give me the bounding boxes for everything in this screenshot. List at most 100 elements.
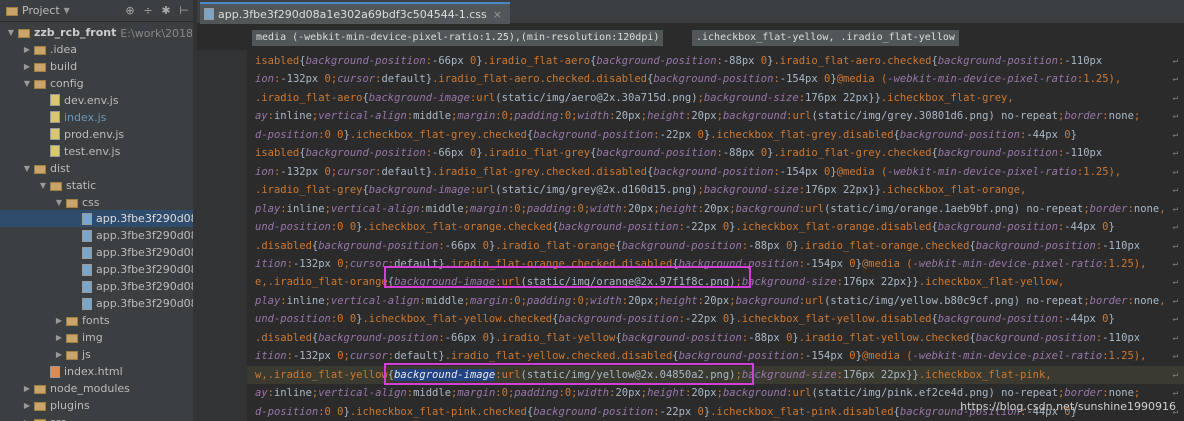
close-icon[interactable]: × xyxy=(493,8,502,21)
tree-item-label: app.3fbe3f290d08a1e xyxy=(96,229,193,243)
soft-wrap-icon: ↵ xyxy=(1172,240,1178,251)
code-line[interactable]: .disabled{background-position:-66px 0}.i… xyxy=(255,329,1140,347)
project-view-selector[interactable]: Project ▼ xyxy=(0,0,70,22)
tree-item-label: index.html xyxy=(64,365,123,378)
collapse-arrow-icon[interactable]: ▶ xyxy=(54,350,64,359)
tree-file[interactable]: prod.env.js xyxy=(0,126,193,143)
expand-arrow-icon[interactable]: ▼ xyxy=(6,28,16,37)
collapse-arrow-icon[interactable]: ▶ xyxy=(54,316,64,325)
collapse-arrow-icon[interactable]: ▶ xyxy=(22,62,32,71)
tree-file[interactable]: test.env.js xyxy=(0,143,193,160)
code-line[interactable]: ion:-132px 0;cursor:default}.iradio_flat… xyxy=(255,70,1121,88)
collapse-arrow-icon[interactable]: ▶ xyxy=(54,333,64,342)
tree-folder[interactable]: ▼ zzb_rcb_frontE:\work\2018\9月\ xyxy=(0,24,193,41)
soft-wrap-icon: ↵ xyxy=(1172,388,1178,399)
tree-file[interactable]: app.3fbe3f290d08a1e xyxy=(0,278,193,295)
folder-icon xyxy=(34,62,46,72)
js-file-icon xyxy=(50,94,60,107)
tree-item-label: dist xyxy=(50,161,71,175)
tree-file[interactable]: app.3fbe3f290d08a1e xyxy=(0,227,193,244)
tree-item-label: src xyxy=(50,416,66,421)
folder-icon xyxy=(50,181,62,191)
editor-tab[interactable]: app.3fbe3f290d08a1e302a69bdf3c504544-1.c… xyxy=(200,2,510,24)
project-panel: Project ▼ ⊕ ÷ ✱ ⊢ ▼ zzb_rcb_front E:\work\… xyxy=(0,0,197,421)
folder-icon xyxy=(66,334,78,344)
soft-wrap-icon: ↵ xyxy=(1172,277,1178,288)
code-line[interactable]: play:inline;vertical-align:middle;margin… xyxy=(255,200,1166,218)
css-file-icon xyxy=(204,8,214,20)
gear-icon[interactable]: ✱ xyxy=(160,4,172,17)
tree-folder[interactable]: ▼ css xyxy=(0,194,193,211)
tree-folder[interactable]: ▶ plugins xyxy=(0,397,193,414)
tree-file[interactable]: index.html xyxy=(0,363,193,380)
expand-arrow-icon[interactable]: ▼ xyxy=(54,198,64,207)
tree-file[interactable]: app.3fbe3f290d08a1e xyxy=(0,210,193,228)
css-file-icon xyxy=(82,297,92,310)
folder-icon xyxy=(66,351,78,361)
tree-item-label: js xyxy=(82,348,91,362)
collapse-arrow-icon[interactable]: ▶ xyxy=(22,384,32,393)
tree-folder[interactable]: ▶ node_modules xyxy=(0,380,193,397)
soft-wrap-icon: ↵ xyxy=(1172,56,1178,66)
tree-folder[interactable]: ▶ img xyxy=(0,329,193,346)
code-line[interactable]: isabled{background-position:-66px 0}.ira… xyxy=(255,52,1102,70)
editor-tab-bar: app.3fbe3f290d08a1e302a69bdf3c504544-1.c… xyxy=(197,0,1184,24)
collapse-icon[interactable]: ⊢ xyxy=(178,4,190,17)
breadcrumb-item-selector[interactable]: .icheckbox_flat-yellow, .iradio_flat-yel… xyxy=(692,30,959,46)
code-line[interactable]: und-position:0 0}.icheckbox_flat-yellow.… xyxy=(255,310,1115,328)
project-folder-icon xyxy=(6,7,18,16)
code-line[interactable]: play:inline;vertical-align:middle;margin… xyxy=(255,292,1166,310)
code-line[interactable]: ay:inline;vertical-align:middle;margin:0… xyxy=(255,107,1140,125)
folder-icon xyxy=(66,198,78,208)
soft-wrap-icon: ↵ xyxy=(1172,129,1178,140)
tree-file[interactable]: app.3fbe3f290d08a1e xyxy=(0,244,193,261)
tree-file[interactable]: app.3fbe3f290d08a1e xyxy=(0,295,193,312)
code-editor[interactable]: isabled{background-position:-66px 0}.ira… xyxy=(247,50,1184,421)
settings-icon[interactable]: ⊕ xyxy=(124,4,136,17)
code-line[interactable]: .disabled{background-position:-66px 0}.i… xyxy=(255,237,1140,255)
soft-wrap-icon: ↵ xyxy=(1172,222,1178,233)
soft-wrap-icon: ↵ xyxy=(1172,369,1178,380)
code-line[interactable]: d-position:0 0}.icheckbox_flat-grey.chec… xyxy=(255,126,1077,144)
tree-item-label: config xyxy=(50,76,84,90)
code-line[interactable]: .iradio_flat-aero{background-image:url(s… xyxy=(255,89,1014,107)
tree-folder[interactable]: ▶ build xyxy=(0,58,193,75)
project-tree: ▼ zzb_rcb_frontE:\work\2018\9月\ ▶ .idea ▶ bui… xyxy=(0,22,197,421)
tree-folder[interactable]: ▶ js xyxy=(0,346,193,363)
soft-wrap-icon: ↵ xyxy=(1172,111,1178,122)
soft-wrap-icon: ↵ xyxy=(1172,258,1178,269)
collapse-arrow-icon[interactable]: ▶ xyxy=(22,401,32,410)
expand-arrow-icon[interactable]: ▼ xyxy=(22,164,32,173)
folder-icon xyxy=(34,384,46,394)
project-title: Project xyxy=(22,4,60,17)
tree-item-label: plugins xyxy=(50,398,90,412)
breadcrumb-item-media[interactable]: media (-webkit-min-device-pixel-ratio:1.… xyxy=(252,30,664,46)
code-line[interactable]: und-position:0 0}.icheckbox_flat-orange.… xyxy=(255,218,1115,236)
tree-folder[interactable]: ▼ dist xyxy=(0,160,193,177)
expand-arrow-icon[interactable]: ▼ xyxy=(38,181,48,190)
soft-wrap-icon: ↵ xyxy=(1172,295,1178,306)
code-line[interactable]: ion:-132px 0;cursor:default}.iradio_flat… xyxy=(255,163,1121,181)
chevron-down-icon: ▼ xyxy=(63,6,70,15)
tree-item-label: test.env.js xyxy=(64,144,121,158)
tree-item-label: node_modules xyxy=(50,381,130,395)
code-line[interactable]: .iradio_flat-grey{background-image:url(s… xyxy=(255,181,1026,199)
folder-icon xyxy=(34,79,46,89)
code-line[interactable]: isabled{background-position:-66px 0}.ira… xyxy=(255,144,1102,162)
tree-file[interactable]: index.js xyxy=(0,109,193,126)
tree-file[interactable]: dev.env.js xyxy=(0,92,193,109)
tree-item-label: dev.env.js xyxy=(64,93,119,107)
tree-folder[interactable]: ▼ config xyxy=(0,75,193,92)
code-line[interactable]: d-position:0 0}.icheckbox_flat-pink.chec… xyxy=(255,403,1077,421)
collapse-arrow-icon[interactable]: ▶ xyxy=(22,45,32,54)
tree-folder[interactable]: ▶src xyxy=(0,414,193,421)
target-icon[interactable]: ÷ xyxy=(142,4,154,17)
tree-folder[interactable]: ▼ static xyxy=(0,177,193,194)
tree-folder[interactable]: ▶ fonts xyxy=(0,312,193,329)
expand-arrow-icon[interactable]: ▼ xyxy=(22,79,32,88)
tree-item-label: app.3fbe3f290d08a1e xyxy=(96,212,193,226)
tree-folder[interactable]: ▶ .idea xyxy=(0,41,193,58)
tree-item-label: app.3fbe3f290d08a1e xyxy=(96,297,193,311)
tree-file[interactable]: app.3fbe3f290d08a1e xyxy=(0,261,193,278)
soft-wrap-icon: ↵ xyxy=(1172,185,1178,196)
